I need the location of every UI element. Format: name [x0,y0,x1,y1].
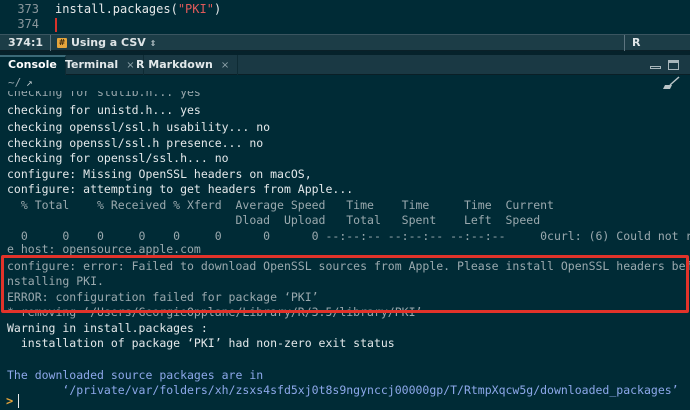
line-number: 374 [17,17,39,31]
tab-r-markdown[interactable]: R Markdown × [128,55,239,75]
tab-console[interactable]: Console [0,55,66,75]
divider [624,35,625,51]
editor-line: 374 [0,17,690,32]
console-line: Dload Upload Total Spent Left Speed [7,213,541,227]
console-line: checking openssl/ssl.h usability... no [7,120,271,134]
code-text: install.packages( [55,2,178,16]
cursor-position: 374:1 [8,36,44,49]
console-line: ‘/private/var/folders/xh/zsxs4sfd5xj0t8s… [7,383,679,397]
console-line: configure: Missing OpenSSL headers on ma… [7,167,312,181]
minimize-pane-icon[interactable] [650,66,661,69]
tab-label: Terminal [65,58,119,71]
section-hash-icon: # [57,38,67,48]
divider [50,35,51,51]
section-navigator[interactable]: Using a CSV ⇕ [71,36,156,49]
editor-statusbar: 374:1 # Using a CSV⇕ R Script⇕ [0,34,690,62]
console-tabbar: Console Terminal × R Markdown × [0,55,690,75]
console-prompt: > [6,394,14,408]
editor-cursor [55,18,57,32]
console-line: * removing ‘/Users/GeorgieOpplane/Librar… [7,305,423,319]
go-to-directory-icon[interactable]: ↗ [26,75,33,91]
line-code: install.packages("PKI") [55,2,221,17]
console-line: installation of package ‘PKI’ had non-ze… [7,336,395,350]
console-line: checking openssl/ssl.h presence... no [7,136,264,150]
console-line: checking for openssl/ssl.h... no [7,151,229,165]
console-line: checking for stdlib.h... yes [7,91,201,99]
console-line: configure: attempting to get headers fro… [7,182,354,196]
maximize-pane-icon[interactable] [668,60,679,70]
console-line: nstalling PKI. [7,274,104,288]
console-header: ~/ ↗ [0,75,690,91]
clear-console-icon[interactable] [662,76,680,90]
code-string: "PKI" [177,2,214,16]
console-line: % Total % Received % Xferd Average Speed… [7,198,554,212]
console-line: Warning in install.packages : [7,321,208,335]
tab-label: R Markdown [136,58,213,71]
source-editor[interactable]: 373 install.packages("PKI") 374 [0,0,690,34]
code-text: ) [213,2,222,16]
chevron-down-icon: ⇕ [149,39,157,48]
console-line: e host: opensource.apple.com [7,242,201,256]
editor-line: 373 install.packages("PKI") [0,2,690,17]
console-cursor [18,394,19,408]
console-line: ERROR: configuration failed for package … [7,290,319,304]
console-output[interactable]: checking for stdlib.h... yes checking fo… [0,91,690,410]
line-number: 373 [17,2,39,16]
section-label: Using a CSV [71,36,146,49]
console-line: checking for unistd.h... yes [7,103,201,117]
working-directory: ~/ [8,76,22,89]
rstudio-window: 373 install.packages("PKI") 374 374:1 # … [0,0,690,410]
console-line: configure: error: Failed to download Ope… [7,259,690,273]
close-icon[interactable]: × [221,60,229,71]
console-line: The downloaded source packages are in [7,368,264,382]
tab-label: Console [8,58,57,71]
